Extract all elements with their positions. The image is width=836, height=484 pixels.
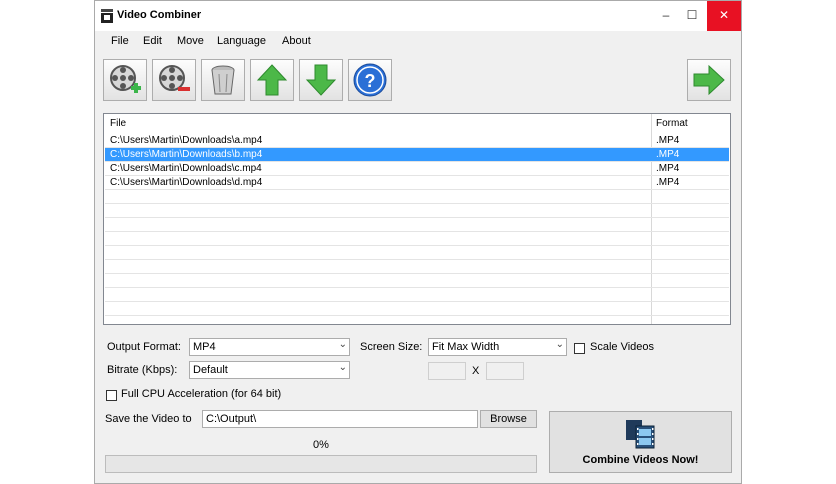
- move-down-button[interactable]: [299, 59, 343, 101]
- progress-percent: 0%: [313, 439, 329, 451]
- file-format: .MP4: [656, 163, 680, 174]
- menu-bar: File Edit Move Language About: [95, 31, 741, 53]
- empty-row: [105, 190, 729, 204]
- file-path: C:\Users\Martin\Downloads\b.mp4: [110, 149, 263, 160]
- chevron-down-icon: ⌄: [338, 362, 347, 373]
- empty-row: [105, 288, 729, 302]
- file-row[interactable]: C:\Users\Martin\Downloads\a.mp4 .MP4: [105, 134, 729, 148]
- progress-bar: [105, 455, 537, 473]
- svg-text:?: ?: [365, 71, 376, 91]
- chevron-down-icon: ⌄: [338, 339, 347, 350]
- trash-bin-icon: [211, 65, 235, 95]
- browse-button[interactable]: Browse: [480, 410, 537, 428]
- bitrate-label: Bitrate (Kbps):: [107, 364, 178, 376]
- film-reel-add-icon: [110, 65, 141, 93]
- output-format-select[interactable]: MP4 ⌄: [189, 338, 350, 356]
- empty-row: [105, 232, 729, 246]
- arrow-right-icon: [693, 64, 725, 96]
- title-bar: Video Combiner – ☐ ✕: [95, 1, 741, 31]
- file-row[interactable]: C:\Users\Martin\Downloads\c.mp4 .MP4: [105, 162, 729, 176]
- window-title: Video Combiner: [117, 9, 202, 21]
- add-video-button[interactable]: [103, 59, 147, 101]
- bitrate-select[interactable]: Default ⌄: [189, 361, 350, 379]
- menu-edit[interactable]: Edit: [143, 35, 162, 47]
- output-format-label: Output Format:: [107, 341, 181, 353]
- combine-videos-button[interactable]: Combine Videos Now!: [549, 411, 732, 473]
- column-header-file[interactable]: File: [110, 114, 126, 132]
- menu-language[interactable]: Language: [217, 35, 266, 47]
- column-header-format[interactable]: Format: [656, 114, 688, 132]
- help-icon: ?: [353, 63, 387, 97]
- close-button[interactable]: ✕: [707, 1, 741, 31]
- screen-size-select[interactable]: Fit Max Width ⌄: [428, 338, 567, 356]
- remove-video-button[interactable]: [152, 59, 196, 101]
- file-path: C:\Users\Martin\Downloads\d.mp4: [110, 177, 263, 188]
- menu-about[interactable]: About: [282, 35, 311, 47]
- file-path: C:\Users\Martin\Downloads\c.mp4: [110, 163, 262, 174]
- menu-move[interactable]: Move: [177, 35, 204, 47]
- size-separator: X: [472, 365, 480, 377]
- scale-videos-label: Scale Videos: [590, 341, 655, 353]
- app-window: Video Combiner – ☐ ✕ File Edit Move Lang…: [94, 0, 742, 484]
- chevron-down-icon: ⌄: [555, 339, 564, 350]
- bitrate-value: Default: [193, 364, 228, 376]
- film-strip-icon: [626, 420, 655, 449]
- screen-size-label: Screen Size:: [360, 341, 423, 353]
- full-cpu-label: Full CPU Acceleration (for 64 bit): [121, 388, 282, 400]
- empty-row: [105, 260, 729, 274]
- empty-row: [105, 302, 729, 316]
- arrow-down-icon: [305, 64, 337, 96]
- save-path-value: C:\Output\: [206, 413, 257, 425]
- file-format: .MP4: [656, 177, 680, 188]
- film-reel-remove-icon: [159, 65, 190, 91]
- menu-file[interactable]: File: [111, 35, 129, 47]
- empty-row: [105, 274, 729, 288]
- file-list[interactable]: File Format C:\Users\Martin\Downloads\a.…: [103, 113, 731, 325]
- minimize-button[interactable]: –: [653, 1, 679, 31]
- clapper-icon: [101, 9, 113, 23]
- file-row[interactable]: C:\Users\Martin\Downloads\b.mp4 .MP4: [105, 148, 729, 162]
- empty-row: [105, 316, 729, 324]
- clear-list-button[interactable]: [201, 59, 245, 101]
- file-row[interactable]: C:\Users\Martin\Downloads\d.mp4 .MP4: [105, 176, 729, 190]
- empty-row: [105, 204, 729, 218]
- combine-videos-label: Combine Videos Now!: [582, 454, 699, 466]
- start-button[interactable]: [687, 59, 731, 101]
- save-to-label: Save the Video to: [105, 413, 192, 425]
- save-path-input[interactable]: C:\Output\: [202, 410, 478, 428]
- height-input[interactable]: [486, 362, 524, 380]
- file-format: .MP4: [656, 149, 680, 160]
- file-format: .MP4: [656, 135, 680, 146]
- empty-row: [105, 246, 729, 260]
- maximize-button[interactable]: ☐: [679, 1, 705, 31]
- full-cpu-checkbox[interactable]: [106, 390, 117, 401]
- width-input[interactable]: [428, 362, 466, 380]
- arrow-up-icon: [256, 64, 288, 96]
- help-button[interactable]: ?: [348, 59, 392, 101]
- output-format-value: MP4: [193, 341, 216, 353]
- file-path: C:\Users\Martin\Downloads\a.mp4: [110, 135, 263, 146]
- move-up-button[interactable]: [250, 59, 294, 101]
- screen-size-value: Fit Max Width: [432, 341, 500, 353]
- empty-row: [105, 218, 729, 232]
- scale-videos-checkbox[interactable]: [574, 343, 585, 354]
